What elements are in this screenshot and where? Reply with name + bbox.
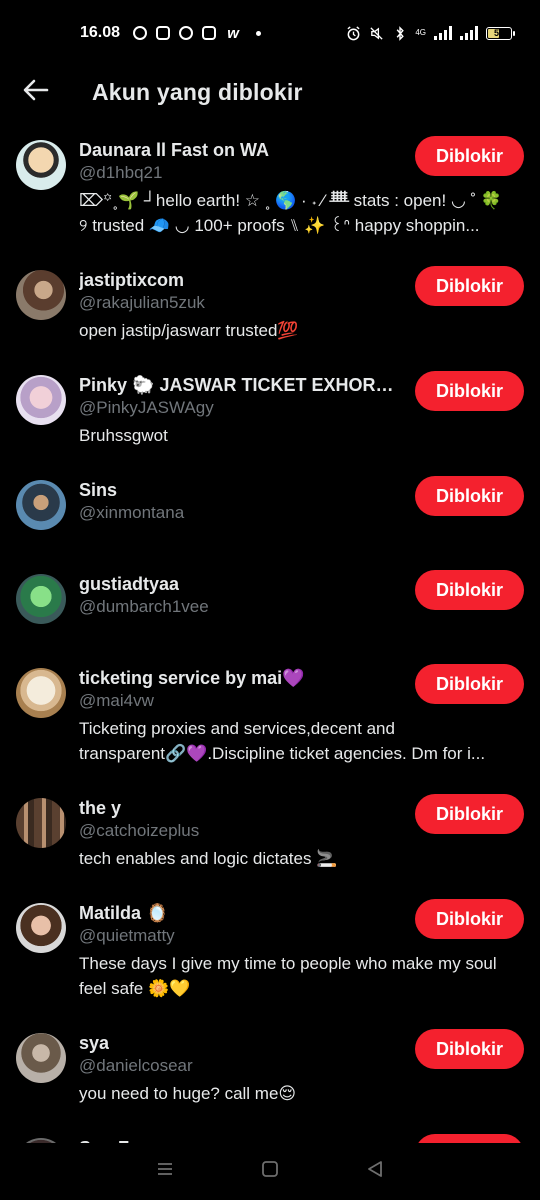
display-name-text: gustiadtyaa xyxy=(79,573,180,594)
mute-icon xyxy=(369,26,384,41)
photo-avatar[interactable] xyxy=(16,270,66,320)
recent-apps-button[interactable] xyxy=(145,1152,185,1192)
account-row[interactable]: sya @danielcosear you need to huge? call m… xyxy=(0,1019,540,1124)
arrow-left-icon xyxy=(23,79,49,106)
blocked-toggle-button[interactable]: Diblokir xyxy=(415,1134,524,1143)
system-nav-bar xyxy=(0,1143,540,1200)
account-row[interactable]: Matilda 🪞 @quietmatty These days I give my… xyxy=(0,889,540,1019)
menu-icon xyxy=(156,1161,174,1182)
display-name-text: Matilda 🪞 xyxy=(79,902,169,923)
display-name[interactable]: ticketing service by mai💜 xyxy=(79,666,397,690)
account-row[interactable]: Sins @xinmontana Diblokir xyxy=(0,466,540,560)
signal-icon xyxy=(434,26,452,40)
display-name[interactable]: Sins xyxy=(79,478,397,502)
status-left: 16.08 w xyxy=(80,24,262,42)
display-name[interactable]: the y xyxy=(79,796,397,820)
blocked-toggle-button[interactable]: Diblokir xyxy=(415,371,524,411)
blocked-toggle-button[interactable]: Diblokir xyxy=(415,899,524,939)
blocked-toggle-button[interactable]: Diblokir xyxy=(415,794,524,834)
cartoon-girl-avatar[interactable] xyxy=(16,140,66,190)
display-name-text: jastiptixcom xyxy=(79,269,185,290)
notification-dot-icon xyxy=(256,30,262,36)
bio-line: Bruhssgwot xyxy=(79,426,168,445)
photo-avatar[interactable] xyxy=(16,480,66,530)
webtoon-icon: w xyxy=(227,24,239,42)
account-row[interactable]: ScarFace@254_DrizzyDiblokir xyxy=(0,1124,540,1143)
bio: Ticketing proxies and services,decent an… xyxy=(79,716,519,766)
account-row[interactable]: the y @catchoizeplus tech enables and logi… xyxy=(0,784,540,889)
status-right: 4G 56 xyxy=(346,25,515,41)
page-title: Akun yang diblokir xyxy=(92,78,303,105)
display-name-text: Pinky 🐑 JASWAR TICKET EXHORIZ... xyxy=(79,374,397,395)
bio-line: you need to huge? call me😌 xyxy=(79,1084,297,1103)
blocked-toggle-button[interactable]: Diblokir xyxy=(415,1029,524,1069)
display-name[interactable]: Pinky 🐑 JASWAR TICKET EXHORIZ... xyxy=(79,373,397,397)
bio-line: tech enables and logic dictates 🚬 xyxy=(79,849,338,868)
header: Akun yang diblokir xyxy=(0,66,540,118)
blocked-toggle-button[interactable]: Diblokir xyxy=(415,476,524,516)
status-time: 16.08 xyxy=(80,24,121,41)
bio: Bruhssgwot xyxy=(79,423,519,448)
status-bar: 16.08 w 4G 56 xyxy=(0,0,540,66)
bio-line: ⌦꙳˳🌱 ┘hello earth! ☆ ˳ 🌎 · ˖ ⁄ ᚙ stats :… xyxy=(79,191,503,210)
photo-avatar[interactable] xyxy=(16,574,66,624)
display-name[interactable]: sya xyxy=(79,1031,397,1055)
network-type-label: 4G xyxy=(415,28,426,37)
blocked-toggle-button[interactable]: Diblokir xyxy=(415,136,524,176)
bio-line: These days I give my time to people who … xyxy=(79,954,497,973)
display-name-text: ticketing service by mai💜 xyxy=(79,667,305,688)
display-name-text: Daunara ll Fast on WA xyxy=(79,139,270,160)
blocked-accounts-list[interactable]: Daunara ll Fast on WA @d1hbq21 ⌦꙳˳🌱 ┘hello… xyxy=(0,126,540,1143)
bio-line: feel safe 🌼💛 xyxy=(79,979,191,998)
display-name[interactable]: gustiadtyaa xyxy=(79,572,397,596)
display-name[interactable]: ScarFace xyxy=(79,1136,397,1144)
blocked-toggle-button[interactable]: Diblokir xyxy=(415,266,524,306)
bluetooth-icon xyxy=(392,25,407,41)
signal-icon-2 xyxy=(460,26,478,40)
back-button[interactable] xyxy=(16,72,56,112)
bio-line: ୨ trusted 🧢 ◡ 100+ proofs ⑊ ✨ ꒰ᐢ happy s… xyxy=(79,216,480,235)
battery-icon: 56 xyxy=(486,26,515,40)
back-nav-button[interactable] xyxy=(355,1152,395,1192)
bio-line: open jastip/jaswarr trusted💯 xyxy=(79,321,299,340)
photo-collage-avatar[interactable] xyxy=(16,798,66,848)
home-button[interactable] xyxy=(250,1152,290,1192)
bio-line: transparent🔗💜.Discipline ticket agencies… xyxy=(79,744,486,763)
display-name-text: Sins xyxy=(79,479,118,500)
photo-avatar[interactable] xyxy=(16,375,66,425)
display-name-text: the y xyxy=(79,797,122,818)
account-row[interactable]: jastiptixcom @rakajulian5zuk open jastip/j… xyxy=(0,256,540,361)
display-name[interactable]: Daunara ll Fast on WA xyxy=(79,138,397,162)
instagram-icon xyxy=(155,26,170,41)
account-row[interactable]: gustiadtyaa @dumbarch1vee Diblokir xyxy=(0,560,540,654)
triangle-back-icon xyxy=(366,1160,384,1183)
alarm-icon xyxy=(346,25,361,41)
account-row[interactable]: ticketing service by mai💜 @mai4vw Ticketin… xyxy=(0,654,540,784)
bio: These days I give my time to people who … xyxy=(79,951,519,1001)
bio: ⌦꙳˳🌱 ┘hello earth! ☆ ˳ 🌎 · ˖ ⁄ ᚙ stats :… xyxy=(79,188,519,238)
plush-bunny-avatar[interactable] xyxy=(16,668,66,718)
display-name-text: sya xyxy=(79,1032,110,1053)
photo-avatar[interactable] xyxy=(16,903,66,953)
display-name[interactable]: jastiptixcom xyxy=(79,268,397,292)
square-icon xyxy=(261,1160,279,1183)
bio: tech enables and logic dictates 🚬 xyxy=(79,846,519,871)
bio: you need to huge? call me😌 xyxy=(79,1081,519,1106)
display-name[interactable]: Matilda 🪞 xyxy=(79,901,397,925)
blocked-toggle-button[interactable]: Diblokir xyxy=(415,664,524,704)
blocked-toggle-button[interactable]: Diblokir xyxy=(415,570,524,610)
line-icon xyxy=(178,26,193,41)
battery-level: 56 xyxy=(493,28,504,38)
shopping-bag-icon xyxy=(201,26,216,41)
bio-line: Ticketing proxies and services,decent an… xyxy=(79,719,395,738)
bio: open jastip/jaswarr trusted💯 xyxy=(79,318,519,343)
account-row[interactable]: Pinky 🐑 JASWAR TICKET EXHORIZ... @PinkyJA… xyxy=(0,361,540,466)
photo-avatar[interactable] xyxy=(16,1033,66,1083)
account-row[interactable]: Daunara ll Fast on WA @d1hbq21 ⌦꙳˳🌱 ┘hello… xyxy=(0,126,540,256)
whatsapp-icon xyxy=(132,26,147,41)
